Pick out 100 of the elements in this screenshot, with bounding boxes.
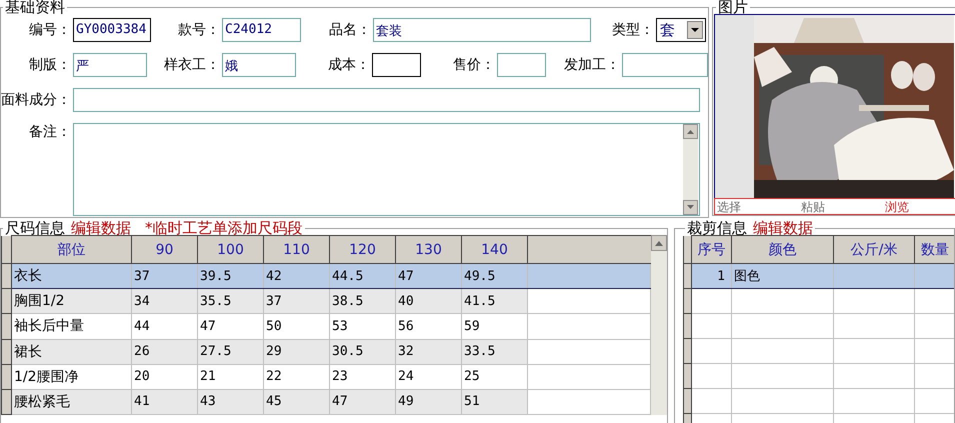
- table-cell: 49: [396, 389, 462, 414]
- column-header[interactable]: 120: [330, 236, 396, 264]
- column-header[interactable]: 110: [264, 236, 330, 264]
- table-cell: 1/2腰围净: [12, 364, 132, 390]
- table-cell: 腰松紧毛: [12, 389, 132, 414]
- table-row[interactable]: 胸围1/2 34 35.5 37 38.5 40 41.5: [2, 288, 650, 314]
- row-selector[interactable]: [2, 339, 12, 364]
- table-cell: [692, 314, 732, 338]
- row-selector[interactable]: [2, 314, 12, 340]
- table-cell: 22: [264, 364, 330, 390]
- field-label: 样衣工：: [163, 56, 220, 74]
- column-header[interactable]: 公斤/米: [834, 236, 914, 264]
- table-cell: 44.5: [330, 264, 396, 289]
- table-cell: [692, 338, 732, 364]
- row-selector[interactable]: [2, 364, 12, 390]
- picture-action-link[interactable]: 浏览: [883, 200, 955, 214]
- row-header: [684, 236, 692, 264]
- table-cell: 42: [264, 264, 330, 289]
- table-cell: 47: [396, 264, 462, 289]
- table-cell: 27.5: [198, 339, 264, 364]
- row-selector[interactable]: [684, 388, 692, 414]
- table-cell: 43: [198, 389, 264, 414]
- input-field[interactable]: GY0003384: [73, 18, 151, 42]
- table-cell: 59: [462, 314, 528, 340]
- field-label: 售价：: [452, 56, 495, 74]
- column-header[interactable]: 序号: [692, 236, 732, 264]
- edit-link[interactable]: *临时工艺单添加尺码段: [145, 221, 302, 235]
- scrollbar[interactable]: [651, 235, 667, 415]
- edit-link[interactable]: 编辑数据: [71, 221, 131, 235]
- table-cell: 35.5: [198, 288, 264, 314]
- column-header[interactable]: 数量: [914, 236, 954, 264]
- table-cell: 47: [198, 314, 264, 340]
- edit-link[interactable]: 编辑数据: [753, 221, 813, 235]
- field-label: 发加工：: [563, 56, 620, 74]
- table-cell: 39.5: [198, 264, 264, 289]
- table-cell: 26: [132, 339, 198, 364]
- table-cell: 25: [462, 364, 528, 390]
- row-selector[interactable]: [684, 364, 692, 388]
- table-cell: 47: [330, 389, 396, 414]
- table-cell: 51: [462, 389, 528, 414]
- table-cell: [692, 364, 732, 388]
- field-label: 编号：: [28, 21, 71, 39]
- table-cell: [692, 388, 732, 414]
- field-label: 备注：: [28, 123, 71, 141]
- column-header[interactable]: 130: [396, 236, 462, 264]
- table-cell: 45: [264, 389, 330, 414]
- table-cell: 33.5: [462, 339, 528, 364]
- input-field[interactable]: [497, 53, 546, 77]
- table-cell: 38.5: [330, 288, 396, 314]
- table-row[interactable]: 裙长 26 27.5 29 30.5 32 33.5: [2, 339, 650, 364]
- table-cell: 29: [264, 339, 330, 364]
- column-header[interactable]: 100: [198, 236, 264, 264]
- table-cell: 40: [396, 288, 462, 314]
- panel-title: 裁剪信息: [687, 221, 747, 235]
- row-selector[interactable]: [684, 288, 692, 314]
- row-selector[interactable]: [684, 264, 692, 288]
- column-header[interactable]: 颜色: [732, 236, 834, 264]
- table-cell: 21: [198, 364, 264, 390]
- table-cell: 37: [132, 264, 198, 289]
- table-row[interactable]: 1 图色: [684, 264, 954, 288]
- input-field[interactable]: [622, 53, 708, 77]
- table-cell: 衣长: [12, 264, 132, 289]
- table-row[interactable]: 衣长 37 39.5 42 44.5 47 49.5: [2, 264, 650, 289]
- table-cell: 41.5: [462, 288, 528, 314]
- table-cell: 41: [132, 389, 198, 414]
- table-cell: 胸围1/2: [12, 288, 132, 314]
- row-selector[interactable]: [684, 314, 692, 338]
- remarks-field[interactable]: [73, 123, 700, 216]
- scrollbar[interactable]: [683, 124, 698, 215]
- column-header[interactable]: 部位: [12, 236, 132, 264]
- table-cell: 图色: [734, 269, 760, 284]
- input-field[interactable]: [372, 53, 421, 77]
- row-selector[interactable]: [2, 288, 12, 314]
- table-cell: 50: [264, 314, 330, 340]
- type-select[interactable]: 套: [656, 18, 706, 42]
- table-row[interactable]: 1/2腰围净 20 21 22 23 24 25: [2, 364, 650, 390]
- table-row[interactable]: 袖长后中量 44 47 50 53 56 59: [2, 314, 650, 340]
- input-field[interactable]: 套装: [373, 18, 591, 42]
- panel-title: 基础资料: [4, 0, 66, 14]
- table-cell: 24: [396, 364, 462, 390]
- input-field[interactable]: C24012: [222, 18, 301, 42]
- table-cell: 34: [132, 288, 198, 314]
- table-cell: 44: [132, 314, 198, 340]
- row-selector[interactable]: [2, 389, 12, 414]
- input-field[interactable]: 娥: [222, 53, 296, 77]
- row-selector[interactable]: [684, 338, 692, 364]
- column-header[interactable]: 140: [462, 236, 528, 264]
- field-label: 制版：: [28, 56, 71, 74]
- input-field[interactable]: 严: [73, 53, 147, 77]
- table-cell: 56: [396, 314, 462, 340]
- table-row[interactable]: 腰松紧毛 41 43 45 47 49 51: [2, 389, 650, 414]
- field-label: 款号：: [177, 21, 220, 39]
- input-field[interactable]: [73, 88, 700, 112]
- panel-title: 图片: [717, 0, 749, 14]
- table-cell: 袖长后中量: [12, 314, 132, 340]
- row-selector[interactable]: [2, 264, 12, 289]
- table-cell: 30.5: [330, 339, 396, 364]
- field-label: 类型：: [611, 21, 654, 39]
- column-header[interactable]: 90: [132, 236, 198, 264]
- table-cell: 53: [330, 314, 396, 340]
